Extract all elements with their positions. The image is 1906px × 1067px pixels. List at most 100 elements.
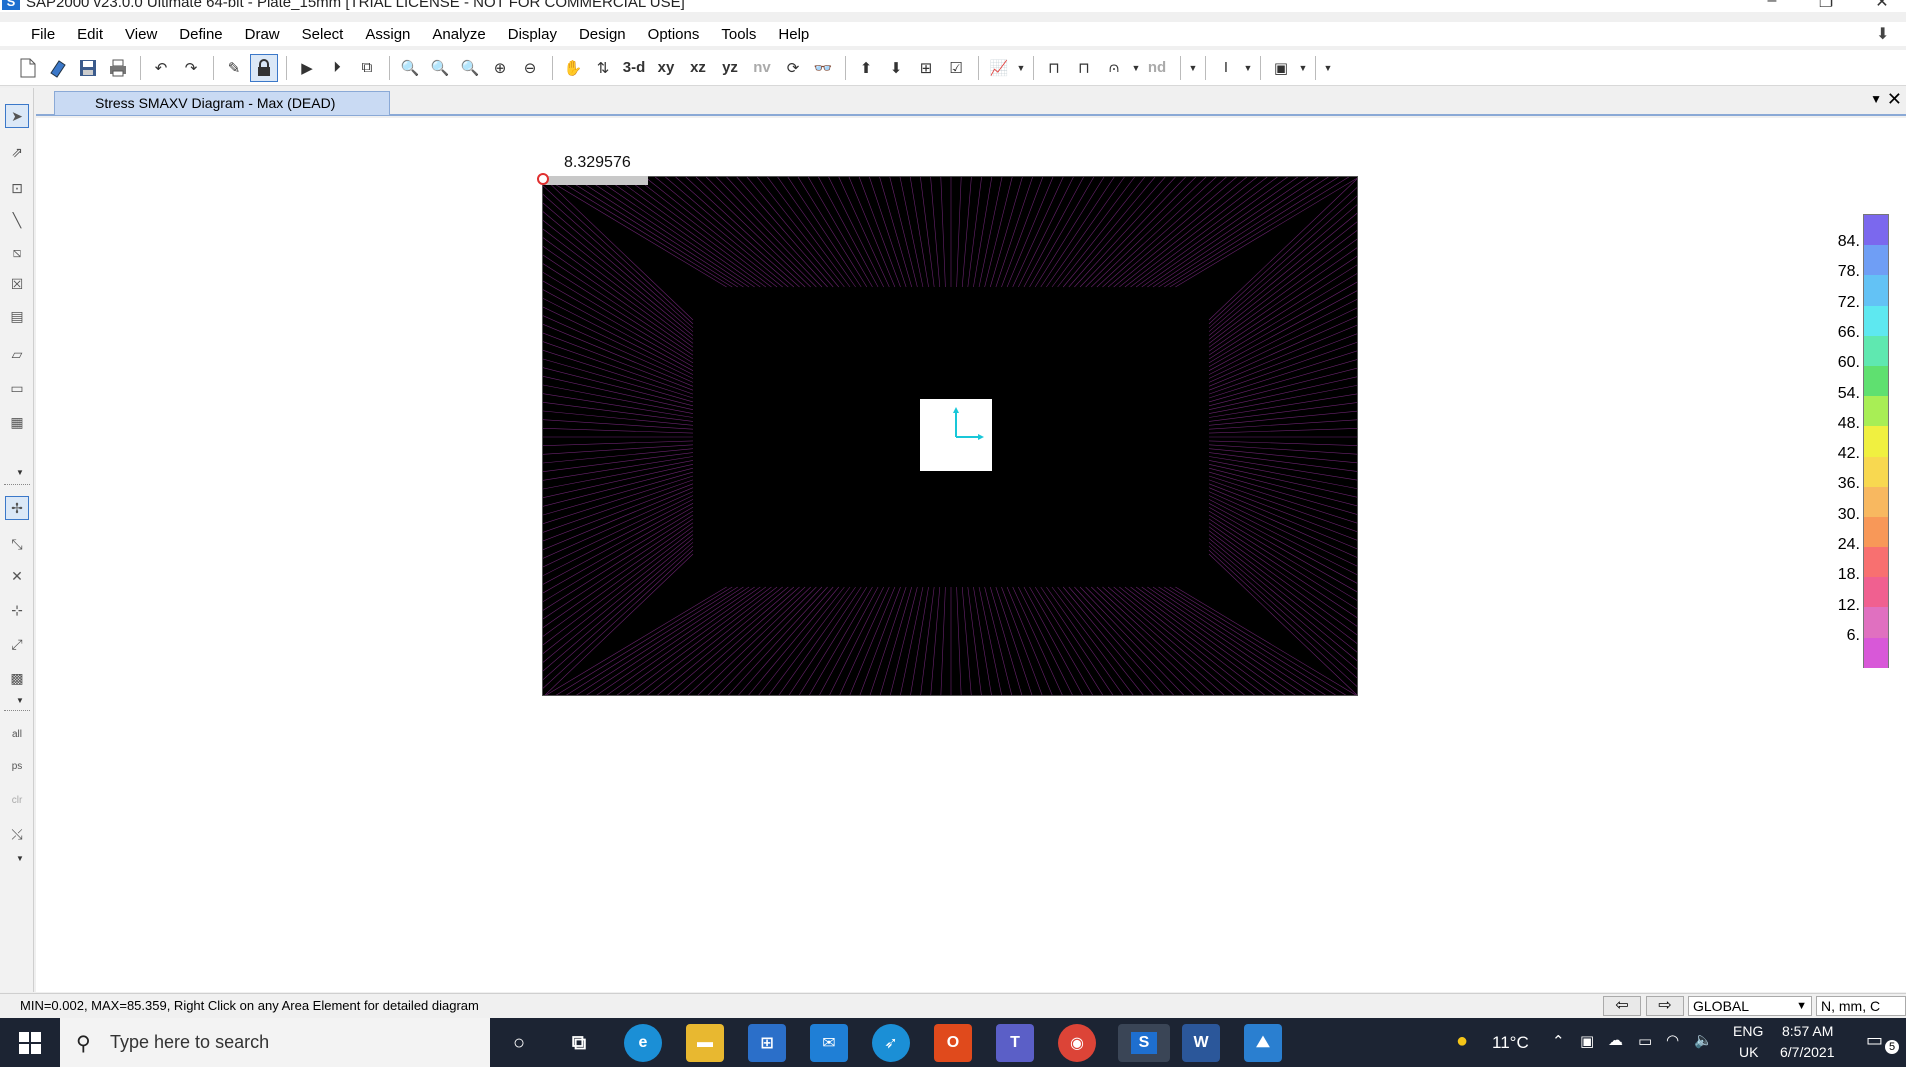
move-down-icon[interactable]: ⬇ — [882, 54, 910, 82]
volume-icon[interactable]: 🔈 — [1694, 1031, 1713, 1049]
draw-tendon-icon[interactable]: ⤢ — [5, 632, 29, 656]
chevron-down-icon[interactable]: ▼ — [16, 854, 24, 863]
chevron-down-icon[interactable]: ▼ — [1015, 63, 1027, 73]
file-explorer-icon[interactable]: ▬ — [686, 1024, 724, 1062]
menu-options[interactable]: Options — [637, 26, 711, 43]
language-code[interactable]: ENG — [1733, 1023, 1763, 1039]
sap2000-app-icon[interactable]: S — [2, 0, 20, 10]
perspective-glasses-icon[interactable]: 👓 — [809, 54, 837, 82]
tab-stress-diagram[interactable]: Stress SMAXV Diagram - Max (DEAD) — [54, 91, 390, 115]
zoom-in-icon[interactable]: ⊕ — [486, 54, 514, 82]
chevron-down-icon[interactable]: ▼ — [1297, 63, 1309, 73]
task-view-icon[interactable]: ⧉ — [560, 1024, 598, 1062]
rubber-band-zoom-icon[interactable]: ⇅ — [589, 54, 617, 82]
arrow-right-icon[interactable]: ⇨ — [1646, 996, 1684, 1016]
section-cut-icon[interactable]: Ι — [1212, 54, 1240, 82]
rotate-icon[interactable]: ⟳ — [779, 54, 807, 82]
draw-cable-icon[interactable]: ✕ — [5, 564, 29, 588]
zoom-default-icon[interactable]: 🔍 — [456, 54, 484, 82]
menu-edit[interactable]: Edit — [66, 26, 114, 43]
quick-draw-area-icon[interactable]: ▦ — [5, 410, 29, 434]
open-icon[interactable] — [44, 54, 72, 82]
word-icon[interactable]: W — [1182, 1024, 1220, 1062]
draw-rect-area-icon[interactable]: ▭ — [5, 376, 29, 400]
weather-temperature[interactable]: 11°C — [1492, 1033, 1529, 1053]
redo-icon[interactable]: ↷ — [177, 54, 205, 82]
draw-brace-icon[interactable]: ☒ — [5, 272, 29, 296]
frame-icon[interactable]: ⊓ — [1040, 54, 1068, 82]
chevron-down-icon[interactable]: ▼ — [1242, 63, 1254, 73]
download-icon[interactable]: ⬇ — [1876, 24, 1894, 44]
nd-button[interactable]: nd — [1142, 54, 1172, 82]
chevron-down-icon[interactable]: ▼ — [1870, 92, 1882, 106]
tray-expand-icon[interactable]: ⌃ — [1552, 1032, 1565, 1050]
menu-display[interactable]: Display — [497, 26, 568, 43]
taskbar-search-box[interactable]: ⚲ Type here to search — [60, 1018, 490, 1067]
check-model-icon[interactable]: ☑ — [942, 54, 970, 82]
object-shrink-icon[interactable]: ⊞ — [912, 54, 940, 82]
draw-secondary-beams-icon[interactable]: ▤ — [5, 304, 29, 328]
start-button[interactable] — [0, 1018, 60, 1067]
quick-draw-frame-icon[interactable]: ⧅ — [5, 240, 29, 264]
view-xy-button[interactable]: xy — [651, 54, 681, 82]
wifi-icon[interactable]: ◠ — [1666, 1031, 1679, 1049]
chevron-down-icon[interactable]: ▼ — [1322, 63, 1334, 73]
draw-special-joint-icon[interactable]: ✢ — [5, 496, 29, 520]
pencil-icon[interactable]: ✎ — [220, 54, 248, 82]
menu-view[interactable]: View — [114, 26, 168, 43]
onedrive-cloud-icon[interactable]: ☁ — [1608, 1031, 1623, 1049]
clock-date[interactable]: 6/7/2021 — [1780, 1044, 1835, 1060]
view-xz-button[interactable]: xz — [683, 54, 713, 82]
intersecting-line-select-icon[interactable]: ⤯ — [5, 822, 29, 846]
zoom-out-icon[interactable]: ⊖ — [516, 54, 544, 82]
coordinate-system-select[interactable]: GLOBAL ▼ — [1688, 996, 1812, 1016]
lock-icon[interactable] — [250, 53, 278, 82]
photos-icon[interactable]: ⛰ — [1244, 1024, 1282, 1062]
chevron-down-icon[interactable]: ▼ — [1187, 63, 1199, 73]
edge-icon[interactable]: e — [624, 1024, 662, 1062]
sap2000-taskbar-icon[interactable]: S — [1118, 1024, 1170, 1062]
meet-now-icon[interactable]: ▣ — [1580, 1032, 1594, 1050]
menu-tools[interactable]: Tools — [710, 26, 767, 43]
office-icon[interactable]: O — [934, 1024, 972, 1062]
display-structure-icon[interactable]: ⧉ — [353, 54, 381, 82]
menu-analyze[interactable]: Analyze — [421, 26, 496, 43]
battery-icon[interactable]: ▭ — [1638, 1032, 1652, 1050]
move-up-icon[interactable]: ⬆ — [852, 54, 880, 82]
zoom-previous-icon[interactable]: 🔍 — [426, 54, 454, 82]
arrow-left-icon[interactable]: ⇦ — [1603, 996, 1641, 1016]
language-region[interactable]: UK — [1739, 1044, 1758, 1060]
previous-selection-icon[interactable]: ps — [5, 754, 29, 778]
close-window-button[interactable]: ✕ — [1862, 0, 1902, 12]
units-select[interactable]: N, mm, C — [1816, 996, 1906, 1016]
view-nv-button[interactable]: nv — [747, 54, 777, 82]
cortana-icon[interactable]: ○ — [500, 1024, 538, 1062]
browser-compass-icon[interactable]: ➶ — [872, 1024, 910, 1062]
assign-graph-icon[interactable]: 📈 — [985, 54, 1013, 82]
draw-link-icon[interactable]: ⤡ — [5, 532, 29, 556]
display-options-icon[interactable]: ▣ — [1267, 54, 1295, 82]
view-yz-button[interactable]: yz — [715, 54, 745, 82]
minimize-button[interactable]: – — [1752, 0, 1792, 12]
draw-grid-icon[interactable]: ▩ — [5, 666, 29, 690]
reshaper-icon[interactable]: ⇗ — [5, 140, 29, 164]
menu-select[interactable]: Select — [291, 26, 355, 43]
view-3d-button[interactable]: 3-d — [619, 54, 649, 82]
microsoft-store-icon[interactable]: ⊞ — [748, 1024, 786, 1062]
teams-icon[interactable]: T — [996, 1024, 1034, 1062]
menu-design[interactable]: Design — [568, 26, 637, 43]
frame-deformed-icon[interactable]: ⩀ — [1100, 54, 1128, 82]
menu-define[interactable]: Define — [168, 26, 233, 43]
restore-button[interactable]: ❐ — [1806, 0, 1846, 12]
menu-draw[interactable]: Draw — [234, 26, 291, 43]
pointer-icon[interactable]: ➤ — [5, 104, 29, 128]
run-now-icon[interactable]: ⏵ — [323, 54, 351, 82]
model-view-canvas[interactable]: 8.329576 84. 78. 72. 66. 60. 54. 48. 42. 36. 30. 2… — [36, 118, 1906, 992]
menu-assign[interactable]: Assign — [354, 26, 421, 43]
zoom-window-icon[interactable]: 🔍 — [396, 54, 424, 82]
draw-joint-icon[interactable]: ⊡ — [5, 176, 29, 200]
run-analysis-icon[interactable]: ▶ — [293, 54, 321, 82]
clear-selection-icon[interactable]: clr — [5, 788, 29, 812]
save-icon[interactable] — [74, 54, 102, 82]
chrome-icon[interactable]: ◉ — [1058, 1024, 1096, 1062]
